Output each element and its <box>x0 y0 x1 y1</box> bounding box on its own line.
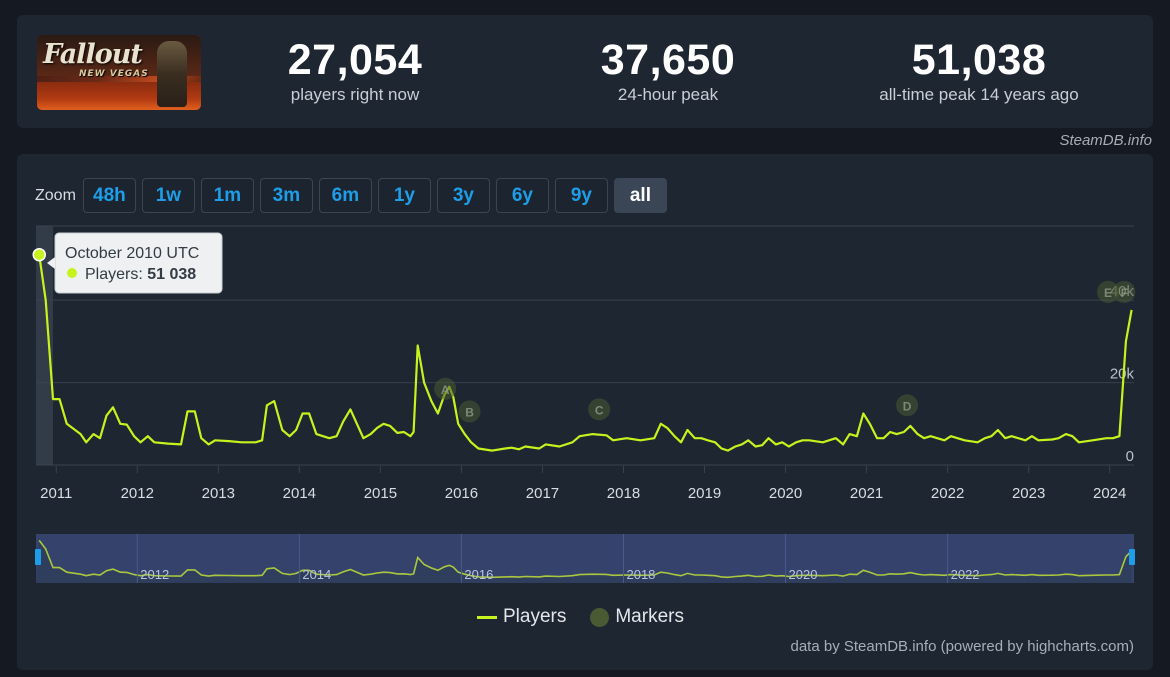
y-tick-label: 0 <box>1126 448 1134 465</box>
stat-24h-peak: 37,650 24-hour peak <box>568 37 768 105</box>
stat-label: all-time peak 14 years ago <box>879 85 1079 104</box>
event-marker-label: E <box>1104 286 1112 300</box>
x-tick-label: 2020 <box>769 485 802 502</box>
navigator-left-handle[interactable] <box>35 549 41 565</box>
x-tick-label: 2015 <box>364 485 397 502</box>
tooltip-date: October 2010 UTC <box>65 245 199 262</box>
legend-players[interactable]: Players <box>503 606 566 628</box>
x-tick-label: 2013 <box>202 485 235 502</box>
event-marker-c[interactable]: C <box>588 398 611 421</box>
stat-value: 51,038 <box>911 36 1047 84</box>
logo-figure <box>157 41 187 107</box>
chart-card: Zoom 48h 1w 1m 3m 6m 1y 3y 6y 9y all 0 20… <box>17 154 1153 670</box>
event-marker-b[interactable]: B <box>458 400 481 423</box>
x-tick-label: 2018 <box>607 485 640 502</box>
navigator-label: 2014 <box>302 567 331 582</box>
stats-card: Fallout NEW VEGAS 27,054 players right n… <box>17 15 1153 128</box>
navigator-label: 2012 <box>140 567 169 582</box>
legend-markers[interactable]: Markers <box>615 606 684 628</box>
event-marker-label: F <box>1121 286 1128 300</box>
highcharts-credit[interactable]: data by SteamDB.info (powered by highcha… <box>791 638 1135 655</box>
chart-legend: Players Markers <box>477 606 684 628</box>
x-tick-label: 2022 <box>931 485 964 502</box>
tooltip: October 2010 UTC Players: 51 038 <box>47 232 223 294</box>
stat-value: 27,054 <box>287 36 423 84</box>
event-marker-label: B <box>465 405 474 419</box>
tooltip-box <box>54 232 223 294</box>
x-tick-label: 2019 <box>688 485 721 502</box>
navigator-right-handle[interactable] <box>1129 549 1135 565</box>
navigator-label: 2016 <box>464 567 493 582</box>
players-legend-swatch[interactable] <box>477 615 497 619</box>
steamdb-credit-link[interactable]: SteamDB.info <box>1059 132 1152 149</box>
stat-value: 37,650 <box>600 36 736 84</box>
player-count-chart[interactable]: 020k40k 20112012201320142015201620172018… <box>17 154 1153 670</box>
navigator-label: 2018 <box>626 567 655 582</box>
peak-point[interactable] <box>32 247 46 262</box>
tooltip-series-dot <box>67 268 77 278</box>
event-marker-a[interactable]: A <box>434 377 457 400</box>
x-tick-label: 2021 <box>850 485 883 502</box>
navigator-label: 2022 <box>951 567 980 582</box>
event-marker-label: C <box>595 403 604 417</box>
stat-current-players: 27,054 players right now <box>255 37 455 105</box>
tooltip-series-label: Players: 51 038 <box>85 266 196 283</box>
x-tick-label: 2012 <box>121 485 154 502</box>
logo-title: Fallout <box>43 39 143 70</box>
game-logo[interactable]: Fallout NEW VEGAS <box>37 35 201 110</box>
logo-subtitle: NEW VEGAS <box>79 69 149 79</box>
x-tick-label: 2016 <box>445 485 478 502</box>
x-tick-label: 2023 <box>1012 485 1045 502</box>
event-marker-d[interactable]: D <box>896 394 919 417</box>
x-tick-label: 2011 <box>40 485 72 502</box>
event-marker-f[interactable]: F <box>1113 280 1136 303</box>
tooltip-value: 51 038 <box>147 266 196 283</box>
navigator-label: 2020 <box>789 567 818 582</box>
event-marker-label: A <box>441 383 450 397</box>
stat-label: players right now <box>290 85 420 104</box>
x-tick-label: 2024 <box>1093 485 1126 502</box>
event-marker-label: D <box>903 399 912 413</box>
markers-legend-swatch[interactable] <box>590 607 610 627</box>
x-tick-label: 2014 <box>283 485 316 502</box>
stat-label: 24-hour peak <box>617 85 719 104</box>
stat-all-time-peak: 51,038 all-time peak 14 years ago <box>849 37 1109 105</box>
x-tick-label: 2017 <box>526 485 559 502</box>
